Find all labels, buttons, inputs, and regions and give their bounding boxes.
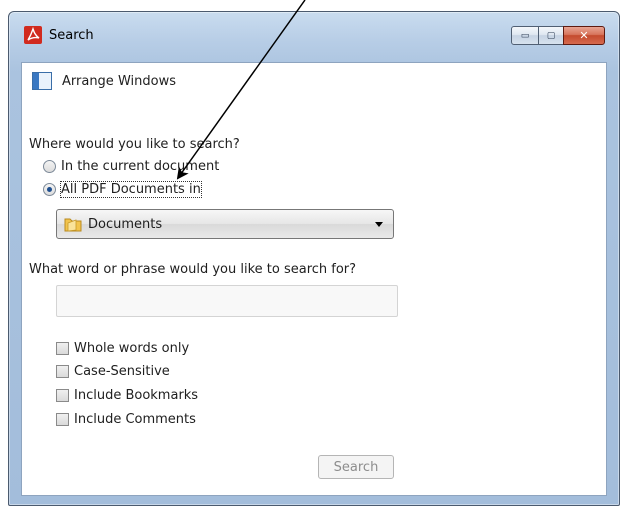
option-case-sensitive[interactable]: Case-Sensitive: [56, 364, 170, 379]
chevron-down-icon: [375, 221, 383, 227]
search-phrase-input[interactable]: [56, 285, 398, 317]
arrange-windows-icon: [32, 72, 52, 90]
folder-icon: [64, 218, 82, 232]
close-icon: ✕: [579, 29, 589, 42]
label-whole-words: Whole words only: [74, 341, 190, 356]
search-button[interactable]: Search: [318, 455, 394, 479]
window-title: Search: [49, 28, 94, 43]
radio-all-pdf-documents[interactable]: All PDF Documents in: [43, 181, 202, 198]
radio-current-document[interactable]: In the current document: [43, 159, 219, 174]
location-dropdown[interactable]: Documents: [56, 209, 394, 239]
option-include-bookmarks[interactable]: Include Bookmarks: [56, 388, 198, 403]
minimize-button[interactable]: ▭: [511, 26, 539, 45]
option-whole-words[interactable]: Whole words only: [56, 341, 189, 356]
radio-label-all-pdf: All PDF Documents in: [60, 181, 202, 198]
close-button[interactable]: ✕: [563, 26, 605, 45]
checkbox-case-sensitive[interactable]: [56, 365, 69, 378]
acrobat-icon: [24, 26, 42, 44]
checkbox-whole-words[interactable]: [56, 342, 69, 355]
option-include-comments[interactable]: Include Comments: [56, 412, 196, 427]
checkbox-include-comments[interactable]: [56, 413, 69, 426]
radio-button-current-document[interactable]: [43, 160, 56, 173]
label-include-comments: Include Comments: [74, 412, 196, 427]
minimize-icon: ▭: [520, 30, 530, 41]
dialog-body: Arrange Windows Where would you like to …: [21, 62, 607, 496]
search-window: Search ▭ ▢ ✕ Arrange Windows Where would…: [8, 11, 620, 506]
radio-button-all-pdf[interactable]: [43, 183, 56, 196]
checkbox-include-bookmarks[interactable]: [56, 389, 69, 402]
arrange-windows-label: Arrange Windows: [62, 73, 176, 89]
window-controls: ▭ ▢ ✕: [511, 26, 605, 45]
label-include-bookmarks: Include Bookmarks: [74, 388, 199, 403]
location-value: Documents: [88, 216, 163, 232]
radio-label-current-document: In the current document: [61, 159, 220, 174]
search-phrase-label: What word or phrase would you like to se…: [29, 262, 357, 277]
where-search-label: Where would you like to search?: [29, 137, 240, 152]
maximize-icon: ▢: [546, 30, 556, 41]
arrange-windows-button[interactable]: Arrange Windows: [32, 72, 176, 90]
maximize-button[interactable]: ▢: [538, 26, 564, 45]
label-case-sensitive: Case-Sensitive: [74, 364, 170, 379]
